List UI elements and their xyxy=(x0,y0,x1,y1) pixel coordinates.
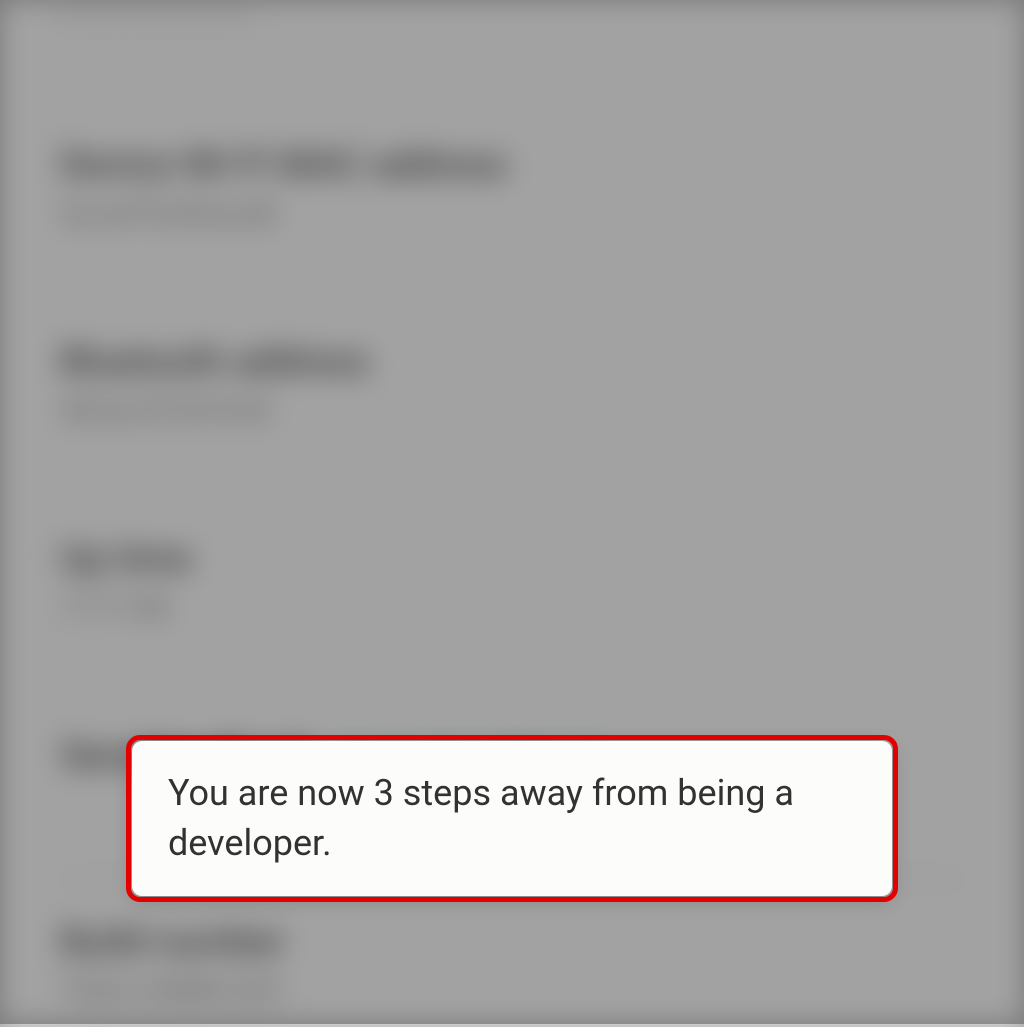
toast-message: You are now 3 steps away from being a de… xyxy=(168,769,856,868)
toast-container: You are now 3 steps away from being a de… xyxy=(132,741,892,896)
developer-toast: You are now 3 steps away from being a de… xyxy=(132,741,892,896)
